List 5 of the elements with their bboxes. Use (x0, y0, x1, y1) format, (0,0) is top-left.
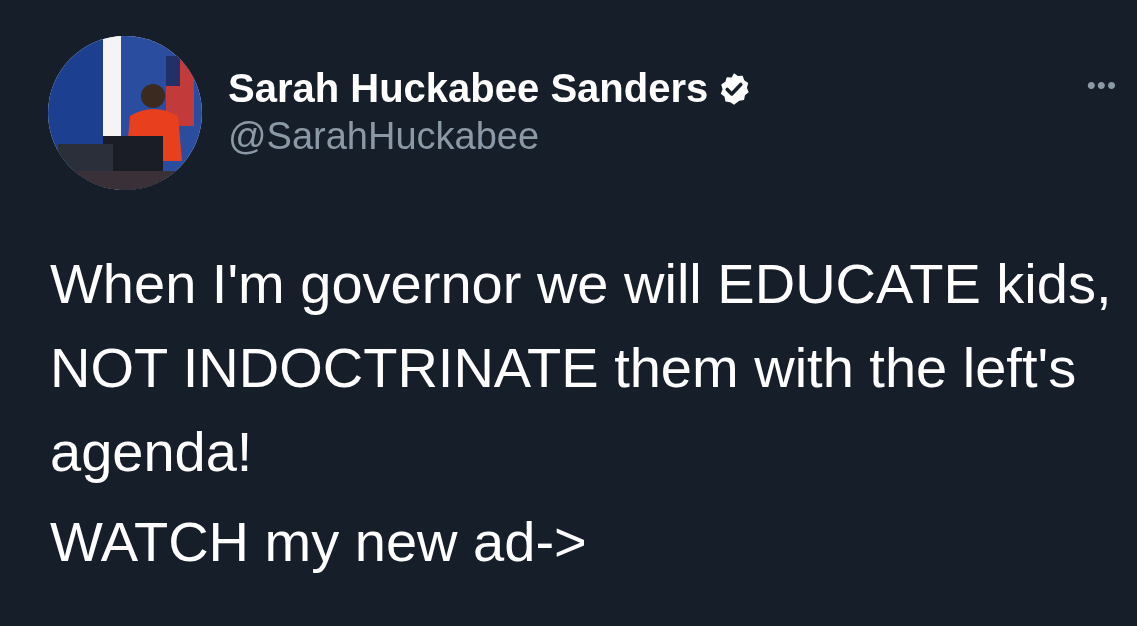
tweet-text: WATCH my new ad-> (50, 509, 588, 575)
more-options-button[interactable]: ••• (1086, 70, 1117, 101)
tweet-text: When I'm governor we will EDUCATE kids, NOT INDOCTRINATE them with the left's agenda! (50, 251, 1113, 485)
author-name[interactable]: Sarah Huckabee Sanders (228, 66, 709, 111)
author-handle[interactable]: @SarahHuckabee (228, 115, 753, 158)
